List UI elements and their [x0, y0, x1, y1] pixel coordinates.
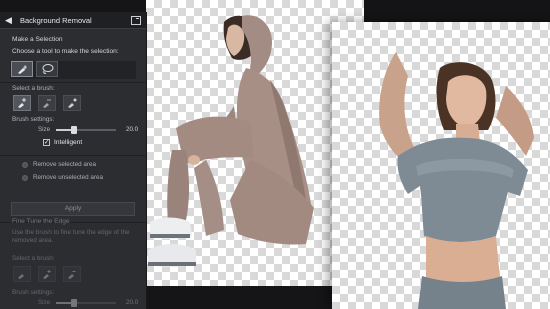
fine-tune-size-label: Size: [38, 299, 51, 306]
fine-tune-heading: Fine Tune the Edge: [12, 218, 70, 225]
fine-tune-select-brush-label: Select a brush:: [12, 255, 55, 262]
standing-woman-cutout: [379, 52, 534, 309]
fine-tune-size-row: Size 20.0: [38, 298, 139, 307]
brush-settings-label: Brush settings:: [12, 116, 55, 123]
remove-selected-label: Remove selected area: [33, 161, 97, 168]
selection-tool-group: [11, 61, 58, 77]
panel-titlebar: ◀ Background Removal: [0, 12, 146, 29]
fine-tune-size-value: 20.0: [126, 299, 139, 306]
panel-title: Background Removal: [20, 15, 92, 25]
choose-tool-text: Choose a tool to make the selection:: [12, 48, 119, 55]
back-arrow-icon[interactable]: ◀: [5, 15, 14, 25]
background-removal-panel: ◀ Background Removal Make a Selection Ch…: [0, 12, 147, 309]
remove-selected-radio[interactable]: [22, 161, 28, 168]
fine-tune-erase-button[interactable]: [63, 266, 81, 282]
lasso-tool-button[interactable]: [36, 61, 58, 77]
select-brush-label: Select a brush:: [12, 85, 55, 92]
add-edge-icon: [43, 270, 51, 279]
fine-tune-description: Use the brush to fine tune the edge of t…: [12, 229, 130, 244]
smart-select-brush-icon: [68, 98, 77, 108]
brush-icon: [18, 274, 24, 279]
lasso-icon: [42, 64, 53, 74]
add-brush-icon: [18, 98, 26, 108]
intelligent-checkbox[interactable]: ✓: [43, 139, 50, 146]
add-brush-button[interactable]: [13, 95, 31, 111]
workspace-gap: [364, 0, 550, 22]
fine-tune-brush-group: [13, 266, 81, 282]
fine-tune-add-button[interactable]: [38, 266, 56, 282]
smart-select-brush-button[interactable]: [63, 95, 81, 111]
size-value: 20.0: [126, 126, 139, 133]
apply-button[interactable]: Apply: [11, 202, 135, 216]
smart-brush-icon: [18, 65, 27, 74]
sitting-woman-cutout: [148, 15, 314, 267]
intelligent-option[interactable]: ✓ Intelligent: [43, 139, 82, 146]
size-slider-row: Size 20.0: [38, 125, 139, 134]
fine-tune-brush-button[interactable]: [13, 266, 31, 282]
section-divider: [0, 82, 146, 83]
erase-brush-icon: [43, 99, 51, 108]
section-divider: [0, 155, 146, 156]
fine-tune-brush-settings-label: Brush settings:: [12, 289, 55, 296]
make-selection-heading: Make a Selection: [12, 36, 63, 43]
fine-tune-size-slider[interactable]: [56, 298, 116, 307]
intelligent-label: Intelligent: [54, 139, 83, 146]
size-slider[interactable]: [56, 125, 116, 134]
remove-unselected-label: Remove unselected area: [33, 174, 104, 181]
remove-selected-option[interactable]: Remove selected area: [22, 161, 96, 168]
panel-options-icon[interactable]: [131, 15, 141, 25]
remove-unselected-option[interactable]: Remove unselected area: [22, 174, 103, 181]
smart-brush-tool-button[interactable]: [11, 61, 33, 77]
erase-brush-button[interactable]: [38, 95, 56, 111]
size-label: Size: [38, 126, 51, 133]
erase-edge-icon: [68, 271, 76, 279]
fine-tune-slider-handle[interactable]: [71, 298, 77, 307]
size-slider-handle[interactable]: [71, 125, 77, 134]
remove-unselected-radio[interactable]: [22, 174, 28, 181]
brush-type-group: [13, 95, 81, 111]
